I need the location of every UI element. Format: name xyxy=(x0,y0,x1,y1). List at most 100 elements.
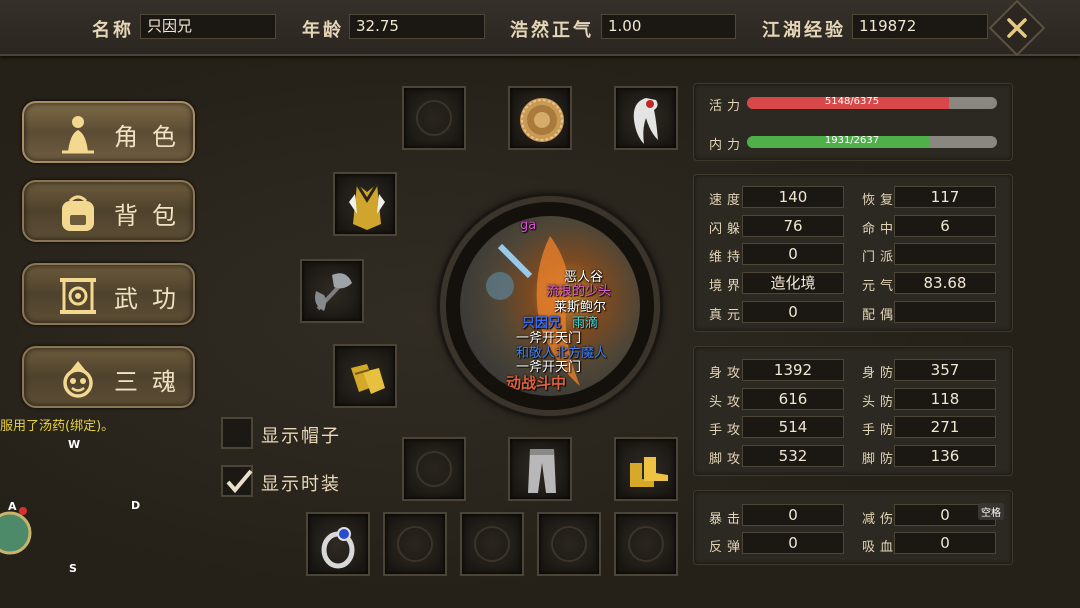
white-hair-icon xyxy=(633,98,658,144)
body-def-value: 357 xyxy=(894,359,996,381)
head-def-label: 头防 xyxy=(862,395,899,410)
checkmark-icon xyxy=(226,469,253,494)
slot-boots[interactable] xyxy=(614,437,678,501)
speed-value: 140 xyxy=(742,186,844,208)
joystick-knob-icon[interactable] xyxy=(0,505,34,565)
slot-empty-1[interactable] xyxy=(383,512,447,576)
hp-bar: 5148/6375 xyxy=(747,97,997,109)
hand-atk-label: 手攻 xyxy=(709,423,746,438)
slot-hair[interactable] xyxy=(614,86,678,150)
space-key-hint[interactable]: 空格 xyxy=(978,503,1004,520)
sustain-label: 维持 xyxy=(709,250,746,265)
character-icon xyxy=(62,116,94,154)
hand-atk-value: 514 xyxy=(742,416,844,438)
slot-gloves[interactable] xyxy=(333,344,397,408)
hand-def-value: 271 xyxy=(894,416,996,438)
exp-value: 119872 xyxy=(852,14,988,39)
slot-pants[interactable] xyxy=(508,437,572,501)
combat-panel: 身攻 1392 身防 357 头攻 616 头防 118 手攻 514 手防 2… xyxy=(693,346,1013,476)
hand-def-label: 手防 xyxy=(862,423,899,438)
hit-value: 6 xyxy=(894,215,996,237)
sect-label: 门派 xyxy=(862,250,899,265)
slot-empty-2[interactable] xyxy=(460,512,524,576)
age-label: 年龄 xyxy=(302,20,344,41)
hit-label: 命中 xyxy=(862,222,899,237)
slot-empty-bottom-left[interactable] xyxy=(402,437,466,501)
age-value: 32.75 xyxy=(349,14,485,39)
body-atk-label: 身攻 xyxy=(709,366,746,381)
recover-label: 恢复 xyxy=(862,193,899,208)
portrait-text-combat: 动战斗中 xyxy=(506,374,567,392)
character-screen: 名称 只因兄 年龄 32.75 浩然正气 1.00 江湖经验 119872 角色… xyxy=(0,0,1080,608)
head-def-value: 118 xyxy=(894,388,996,410)
spouse-label: 配偶 xyxy=(862,308,899,323)
sidebar-item-martial[interactable]: 武功 xyxy=(22,263,195,325)
axe-icon xyxy=(315,273,352,311)
leech-value: 0 xyxy=(894,532,996,554)
slot-empty-top-left[interactable] xyxy=(402,86,466,150)
mp-label: 内力 xyxy=(709,138,746,153)
crit-value: 0 xyxy=(742,504,844,526)
realm-label: 境界 xyxy=(709,279,746,294)
hp-label: 活力 xyxy=(709,99,746,114)
ring-icon xyxy=(321,527,355,569)
close-button[interactable] xyxy=(988,0,1046,57)
head-atk-label: 头攻 xyxy=(709,395,746,410)
foot-def-value: 136 xyxy=(894,445,996,467)
joystick-d[interactable]: D xyxy=(131,499,140,512)
scroll-icon xyxy=(60,278,96,314)
sidebar-item-backpack[interactable]: 背包 xyxy=(22,180,195,242)
dodge-label: 闪躲 xyxy=(709,222,746,237)
exp-label: 江湖经验 xyxy=(762,20,846,41)
slot-weapon[interactable] xyxy=(300,259,364,323)
chat-log-line: 服用了汤药(绑定)。 xyxy=(0,419,115,434)
crit-label: 暴击 xyxy=(709,512,746,527)
hp-bar-text: 5148/6375 xyxy=(824,97,880,107)
foot-atk-value: 532 xyxy=(742,445,844,467)
speed-label: 速度 xyxy=(709,193,746,208)
portrait-text-top: ga xyxy=(520,218,537,233)
sidebar-item-character[interactable]: 角色 xyxy=(22,101,195,163)
slot-hat[interactable] xyxy=(508,86,572,150)
show-hat-checkbox[interactable] xyxy=(221,417,253,449)
dodge-value: 76 xyxy=(742,215,844,237)
zhenyuan-value: 0 xyxy=(742,301,844,323)
foot-def-label: 脚防 xyxy=(862,452,899,467)
joystick-s[interactable]: S xyxy=(69,562,77,575)
portrait-scene: ga 恶人谷 流浪的少头 莱斯鲍尔 只因兄 雨滴 一斧开天门 和敬人北方魔人 一… xyxy=(460,216,640,396)
slot-empty-4[interactable] xyxy=(614,512,678,576)
show-fashion-checkbox[interactable] xyxy=(221,465,253,497)
yuanqi-label: 元气 xyxy=(862,279,899,294)
sidebar-label-soul: 三魂 xyxy=(114,368,190,396)
sidebar-label-backpack: 背包 xyxy=(114,202,190,230)
virtue-label: 浩然正气 xyxy=(510,20,594,41)
body-def-label: 身防 xyxy=(862,366,899,381)
sidebar-item-soul[interactable]: 三魂 xyxy=(22,346,195,408)
special-panel: 暴击 0 减伤 0 反弹 0 吸血 0 xyxy=(693,490,1013,565)
slot-armor[interactable] xyxy=(333,172,397,236)
reduce-label: 减伤 xyxy=(862,512,899,527)
mp-bar: 1931/2637 xyxy=(747,136,997,148)
name-label: 名称 xyxy=(92,20,134,41)
name-value: 只因兄 xyxy=(140,14,276,39)
vitals-panel: 活力 5148/6375 内力 1931/2637 xyxy=(693,83,1013,161)
reflect-label: 反弹 xyxy=(709,540,746,555)
slot-empty-3[interactable] xyxy=(537,512,601,576)
header-bar: 名称 只因兄 年龄 32.75 浩然正气 1.00 江湖经验 119872 xyxy=(0,0,1080,57)
sustain-value: 0 xyxy=(742,243,844,265)
head-atk-value: 616 xyxy=(742,388,844,410)
joystick-w[interactable]: W xyxy=(68,438,80,451)
backpack-icon xyxy=(62,195,94,231)
close-icon xyxy=(1007,18,1027,38)
attributes-panel: 速度 140 恢复 117 闪躲 76 命中 6 维持 0 门派 境界 造化境 … xyxy=(693,174,1013,332)
slot-ring[interactable] xyxy=(306,512,370,576)
sect-value xyxy=(894,243,996,265)
leech-label: 吸血 xyxy=(862,540,899,555)
spouse-value xyxy=(894,301,996,323)
body-atk-value: 1392 xyxy=(742,359,844,381)
soul-icon xyxy=(63,361,93,398)
straw-hat-icon xyxy=(520,98,564,142)
sidebar-label-character: 角色 xyxy=(114,123,190,151)
gauntlet-icon xyxy=(351,364,385,394)
character-portrait: ga 恶人谷 流浪的少头 莱斯鲍尔 只因兄 雨滴 一斧开天门 和敬人北方魔人 一… xyxy=(440,196,660,416)
